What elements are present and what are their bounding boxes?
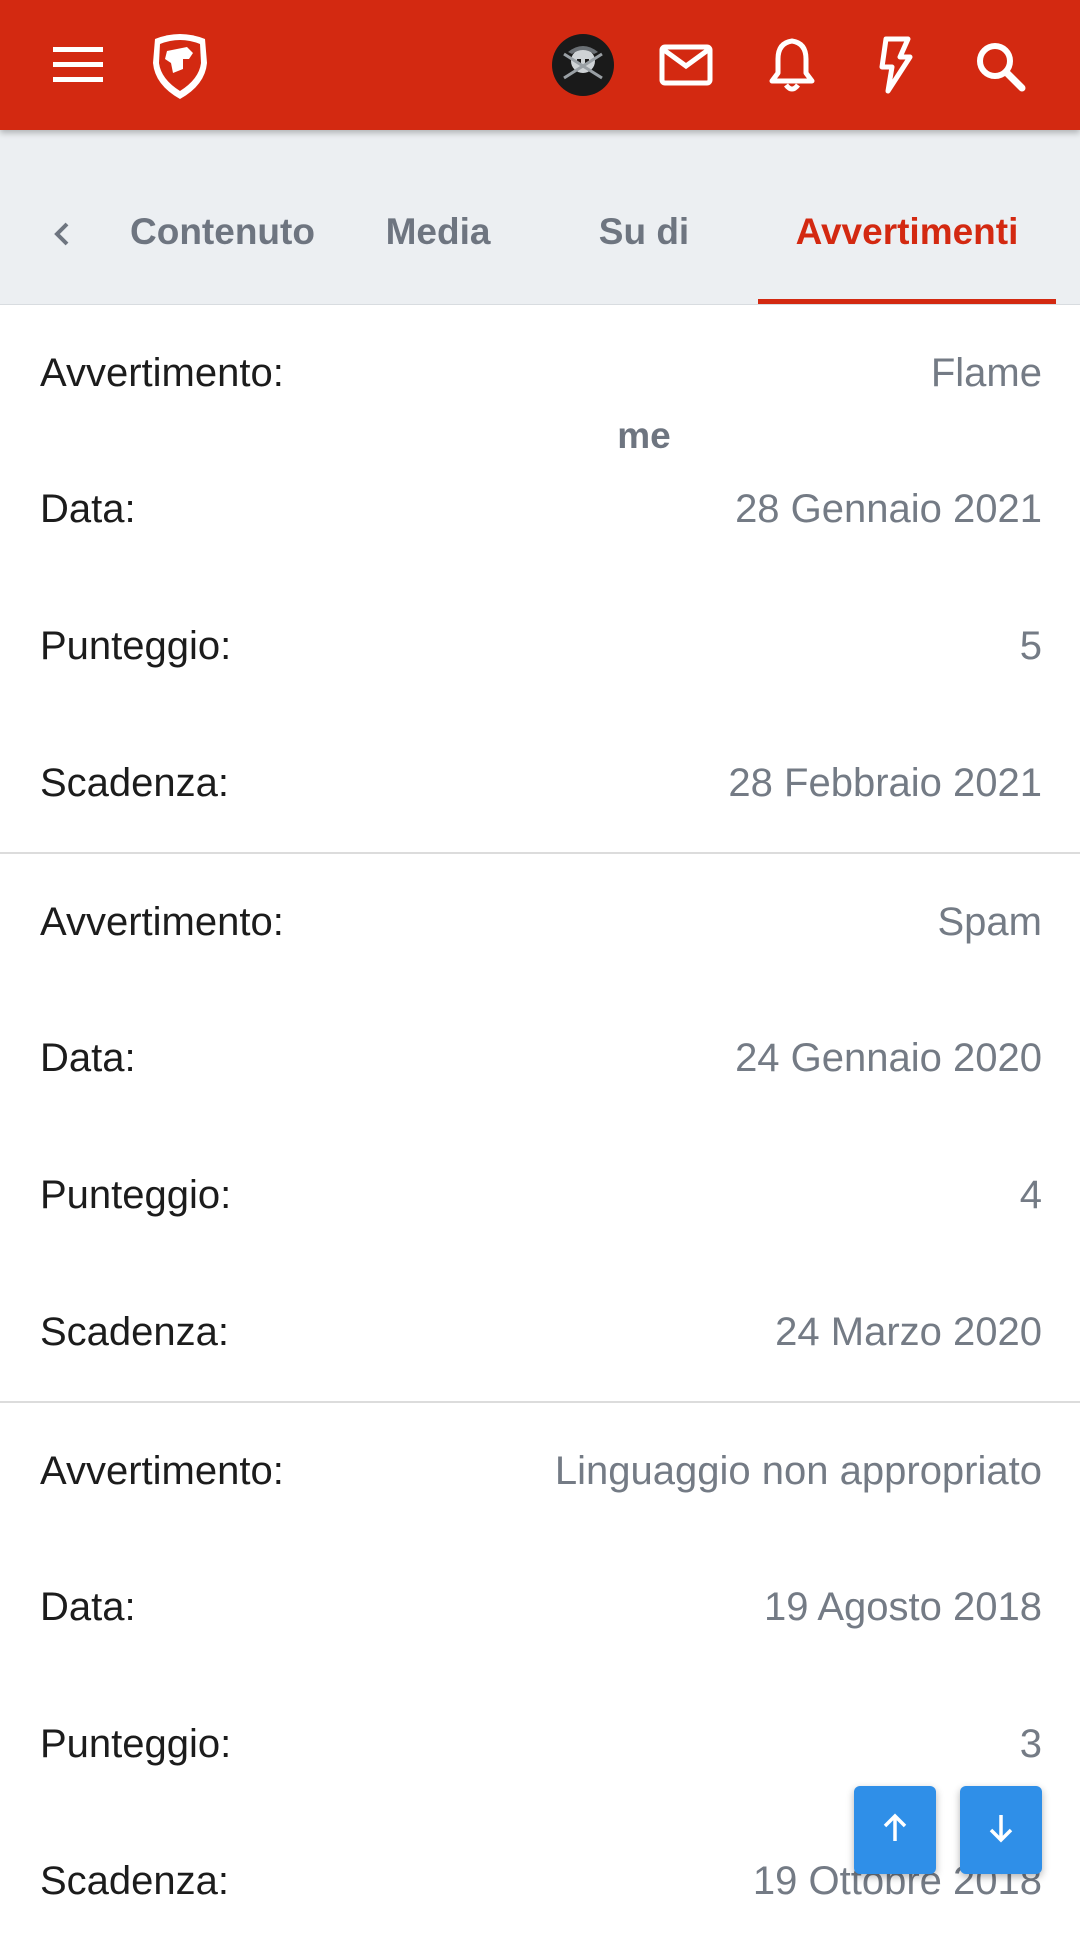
row-value: Flame — [930, 350, 1042, 395]
tab-su-di-me[interactable]: Su di me — [552, 130, 736, 456]
warning-item: Avvertimento: Flame Data: 28 Gennaio 202… — [0, 305, 1080, 854]
arrow-up-icon — [880, 1811, 910, 1850]
row-value: 28 Febbraio 2021 — [728, 761, 1042, 805]
row-value: 24 Gennaio 2020 — [735, 1036, 1042, 1080]
warning-item: Avvertimento: Spam Data: 24 Gennaio 2020… — [0, 854, 1080, 1403]
site-logo[interactable] — [146, 28, 214, 102]
warning-points-row: Punteggio: 5 — [0, 578, 1080, 715]
row-value: 28 Gennaio 2021 — [735, 487, 1042, 531]
tab-media[interactable]: Media — [366, 130, 510, 304]
warning-date-row: Data: 19 Agosto 2018 — [0, 1539, 1080, 1676]
row-value: 3 — [1019, 1722, 1042, 1766]
search-icon[interactable] — [972, 38, 1028, 94]
row-value: Linguaggio non appropriato — [554, 1448, 1042, 1493]
warnings-list: Avvertimento: Flame Data: 28 Gennaio 202… — [0, 305, 1080, 1950]
lightning-icon[interactable] — [872, 34, 916, 96]
row-label: Data: — [40, 487, 136, 531]
row-label: Data: — [40, 1036, 136, 1080]
warning-date-row: Data: 24 Gennaio 2020 — [0, 990, 1080, 1127]
row-value: Spam — [937, 899, 1043, 944]
row-value: 24 Marzo 2020 — [775, 1310, 1042, 1354]
row-value: 19 Agosto 2018 — [763, 1585, 1042, 1629]
warning-expiry-row: Scadenza: 24 Marzo 2020 — [0, 1264, 1080, 1401]
scroll-up-button[interactable] — [854, 1786, 936, 1874]
warning-type-row: Avvertimento: Spam — [0, 854, 1080, 990]
row-value: 5 — [1019, 624, 1042, 668]
warning-expiry-row: Scadenza: 28 Febbraio 2021 — [0, 715, 1080, 852]
scroll-down-button[interactable] — [960, 1786, 1042, 1874]
warning-points-row: Punteggio: 4 — [0, 1127, 1080, 1264]
top-app-bar — [0, 0, 1080, 130]
tab-avvertimenti[interactable]: Avvertimenti — [758, 130, 1056, 304]
row-label: Avvertimento: — [40, 899, 284, 944]
profile-tabs: Contenuto Media Su di me Avvertimenti — [0, 130, 1080, 456]
tab-contenuto[interactable]: Contenuto — [112, 130, 324, 304]
arrow-down-icon — [986, 1811, 1016, 1850]
row-label: Avvertimento: — [40, 1448, 284, 1493]
row-label: Scadenza: — [40, 1310, 230, 1354]
bell-icon[interactable] — [766, 36, 818, 94]
warning-type-row: Avvertimento: Linguaggio non appropriato — [0, 1403, 1080, 1539]
row-label: Scadenza: — [40, 1859, 230, 1903]
chevron-left-icon[interactable] — [42, 214, 82, 254]
row-label: Avvertimento: — [40, 350, 284, 395]
warning-date-row: Data: 28 Gennaio 2021 — [0, 441, 1080, 578]
row-label: Data: — [40, 1585, 136, 1629]
row-label: Scadenza: — [40, 761, 230, 805]
mail-icon[interactable] — [658, 42, 714, 88]
warning-type-row: Avvertimento: Flame — [0, 305, 1080, 441]
row-label: Punteggio: — [40, 624, 232, 668]
row-label: Punteggio: — [40, 1722, 232, 1766]
avatar[interactable] — [552, 34, 614, 96]
menu-icon[interactable] — [50, 40, 106, 90]
row-label: Punteggio: — [40, 1173, 232, 1217]
row-value: 4 — [1019, 1173, 1042, 1217]
